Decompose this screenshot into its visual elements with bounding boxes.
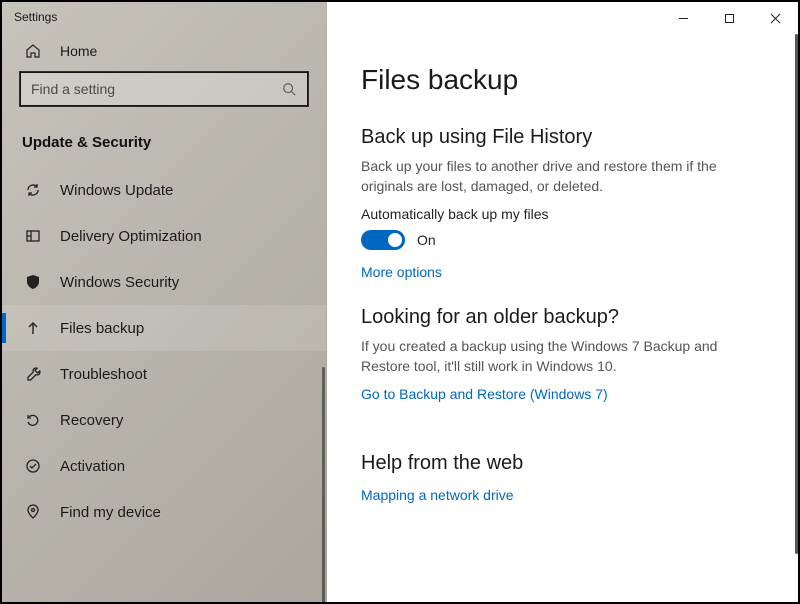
search-input[interactable]: [20, 72, 308, 106]
delivery-icon: [24, 227, 42, 245]
sidebar-scrollbar[interactable]: [322, 367, 325, 602]
toggle-knob: [388, 233, 402, 247]
check-circle-icon: [24, 457, 42, 475]
help-heading: Help from the web: [361, 452, 764, 475]
search-input-field[interactable]: [31, 81, 281, 97]
file-history-section: Back up using File History Back up your …: [361, 126, 764, 280]
home-button[interactable]: Home: [2, 32, 326, 72]
sidebar-item-label: Windows Update: [60, 182, 173, 199]
sidebar-item-delivery-optimization[interactable]: Delivery Optimization: [2, 213, 326, 259]
sidebar-item-label: Recovery: [60, 412, 123, 429]
recovery-icon: [24, 411, 42, 429]
sidebar-item-files-backup[interactable]: Files backup: [2, 305, 326, 351]
home-label: Home: [60, 43, 97, 59]
sidebar-item-label: Windows Security: [60, 274, 179, 291]
more-options-link[interactable]: More options: [361, 264, 764, 280]
location-icon: [24, 503, 42, 521]
older-backup-desc: If you created a backup using the Window…: [361, 337, 764, 376]
auto-backup-toggle[interactable]: [361, 230, 405, 250]
category-title: Update & Security: [2, 120, 326, 167]
sidebar-item-windows-update[interactable]: Windows Update: [2, 167, 326, 213]
auto-backup-label: Automatically back up my files: [361, 206, 764, 222]
sidebar-item-windows-security[interactable]: Windows Security: [2, 259, 326, 305]
backup-restore-link[interactable]: Go to Backup and Restore (Windows 7): [361, 386, 764, 402]
file-history-heading: Back up using File History: [361, 126, 764, 149]
window-controls: [327, 2, 798, 34]
sidebar-item-label: Files backup: [60, 320, 144, 337]
search-icon: [281, 81, 297, 97]
sidebar-item-recovery[interactable]: Recovery: [2, 397, 326, 443]
sidebar: Settings Home Update & Security: [2, 2, 327, 602]
toggle-state-text: On: [417, 232, 436, 248]
sidebar-item-find-my-device[interactable]: Find my device: [2, 489, 326, 535]
help-link-mapping-drive[interactable]: Mapping a network drive: [361, 487, 764, 503]
maximize-button[interactable]: [706, 2, 752, 34]
sidebar-item-label: Activation: [60, 458, 125, 475]
close-button[interactable]: [752, 2, 798, 34]
sidebar-item-activation[interactable]: Activation: [2, 443, 326, 489]
wrench-icon: [24, 365, 42, 383]
page-title: Files backup: [361, 64, 764, 96]
backup-arrow-icon: [24, 319, 42, 337]
content-scrollbar[interactable]: [795, 34, 798, 554]
sidebar-item-label: Delivery Optimization: [60, 228, 202, 245]
home-icon: [24, 42, 42, 60]
minimize-button[interactable]: [660, 2, 706, 34]
help-section: Help from the web Mapping a network driv…: [361, 452, 764, 503]
older-backup-heading: Looking for an older backup?: [361, 306, 764, 329]
file-history-desc: Back up your files to another drive and …: [361, 157, 764, 196]
app-title: Settings: [2, 2, 326, 32]
shield-icon: [24, 273, 42, 291]
sidebar-nav: Windows Update Delivery Optimization: [2, 167, 326, 602]
sidebar-item-label: Find my device: [60, 504, 161, 521]
sync-icon: [24, 181, 42, 199]
sidebar-item-label: Troubleshoot: [60, 366, 147, 383]
older-backup-section: Looking for an older backup? If you crea…: [361, 306, 764, 402]
main-panel: Files backup Back up using File History …: [327, 2, 798, 602]
sidebar-item-troubleshoot[interactable]: Troubleshoot: [2, 351, 326, 397]
